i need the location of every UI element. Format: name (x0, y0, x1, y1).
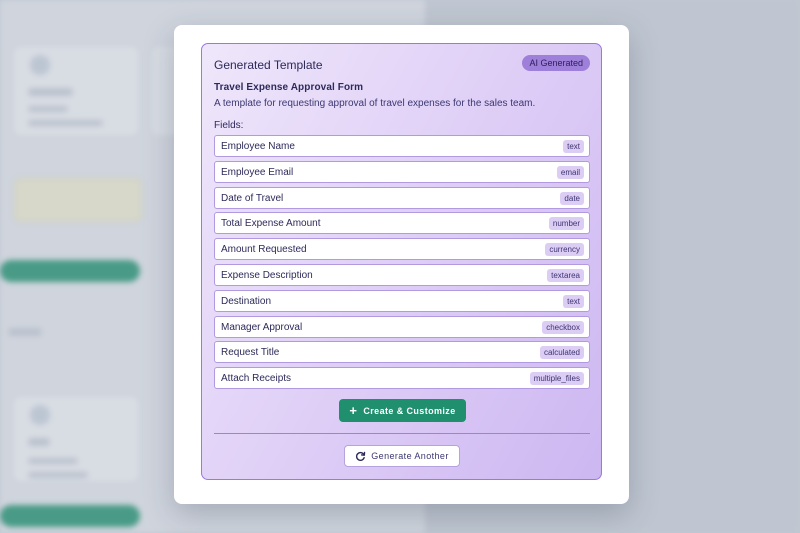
create-customize-label: Create & Customize (363, 405, 456, 416)
generated-template-modal: Generated Template AI Generated Travel E… (174, 25, 629, 504)
field-row: Manager Approval checkbox (214, 315, 590, 338)
field-name: Destination (221, 295, 272, 307)
field-type-badge: text (563, 140, 584, 153)
field-row: Attach Receipts multiple_files (214, 367, 590, 390)
field-name: Amount Requested (221, 244, 307, 256)
field-row: Destination text (214, 289, 590, 312)
field-type-badge: text (563, 294, 584, 308)
ai-generated-badge: AI Generated (522, 55, 590, 71)
field-name: Request Title (221, 347, 280, 359)
template-description: A template for requesting approval of tr… (214, 98, 536, 109)
field-type-badge: email (556, 165, 584, 179)
field-row: Expense Description textarea (214, 263, 590, 286)
field-name: Expense Description (221, 269, 313, 281)
field-name: Date of Travel (221, 192, 284, 204)
field-name: Attach Receipts (221, 373, 292, 385)
field-list: Employee Name text Employee Email email … (214, 135, 590, 393)
field-type-badge: checkbox (542, 320, 584, 334)
fields-label: Fields: (214, 120, 244, 131)
field-name: Employee Email (221, 166, 294, 178)
field-type-badge: date (560, 191, 584, 205)
create-customize-button[interactable]: + Create & Customize (339, 399, 466, 422)
template-preview-panel: Generated Template AI Generated Travel E… (201, 43, 602, 480)
field-name: Total Expense Amount (221, 218, 321, 230)
field-type-badge: calculated (539, 346, 584, 360)
refresh-icon (355, 451, 366, 462)
generate-another-button[interactable]: Generate Another (344, 445, 460, 467)
template-name: Travel Expense Approval Form (214, 82, 364, 93)
divider (214, 433, 590, 434)
field-row: Employee Name text (214, 135, 590, 157)
field-type-badge: textarea (547, 268, 584, 282)
field-row: Employee Email email (214, 160, 590, 183)
field-row: Total Expense Amount number (214, 212, 590, 235)
field-row: Request Title calculated (214, 341, 590, 364)
field-row: Date of Travel date (214, 186, 590, 209)
field-type-badge: multiple_files (529, 372, 584, 386)
field-type-badge: number (548, 217, 584, 231)
field-row: Amount Requested currency (214, 238, 590, 261)
field-name: Employee Name (221, 141, 295, 152)
generate-another-label: Generate Another (371, 451, 449, 461)
field-type-badge: currency (545, 243, 584, 257)
panel-title: Generated Template (214, 58, 323, 72)
plus-icon: + (349, 403, 358, 418)
field-name: Manager Approval (221, 321, 303, 333)
